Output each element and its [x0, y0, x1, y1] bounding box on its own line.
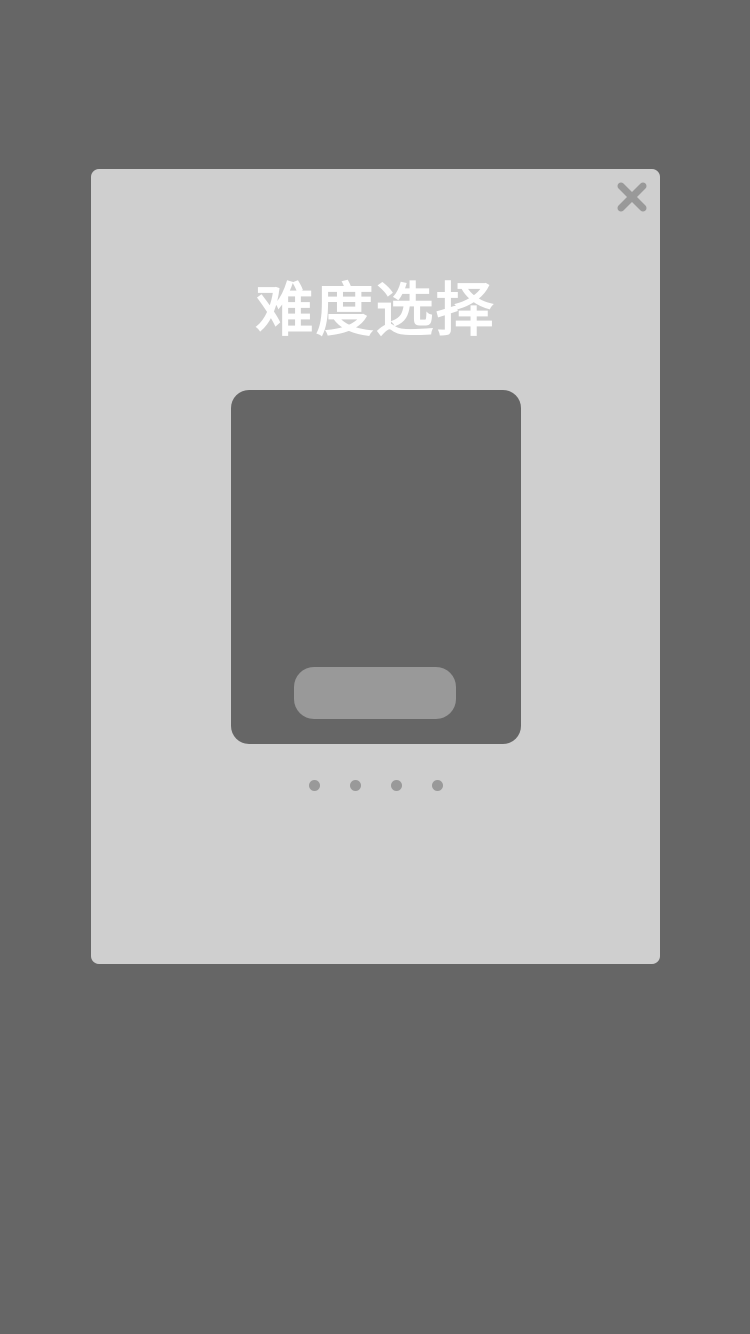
close-icon	[617, 182, 647, 212]
difficulty-card[interactable]	[231, 390, 521, 744]
pagination-dot-1[interactable]	[308, 780, 320, 791]
pagination-dot-4[interactable]	[431, 780, 443, 791]
pagination-dot-3[interactable]	[390, 780, 402, 791]
close-button[interactable]	[614, 179, 650, 215]
dialog-title: 难度选择	[255, 276, 496, 344]
pagination-dot-2[interactable]	[349, 780, 361, 791]
screen-overlay: 难度选择	[0, 0, 750, 1334]
pagination-dots	[91, 780, 660, 791]
difficulty-dialog: 难度选择	[91, 169, 660, 964]
select-difficulty-button[interactable]	[294, 667, 456, 719]
